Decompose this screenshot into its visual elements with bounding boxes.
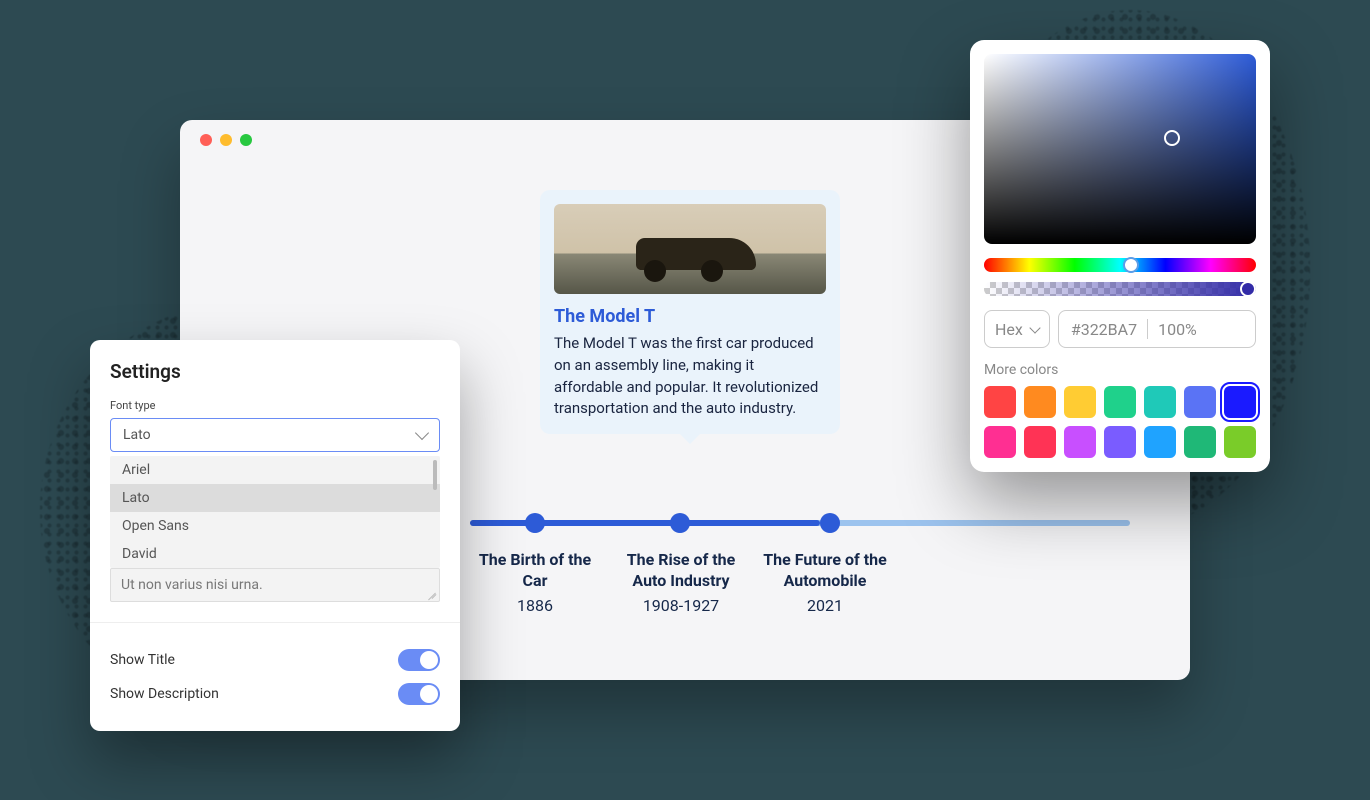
timeline-point-2[interactable]: [670, 513, 690, 533]
color-swatch[interactable]: [1104, 426, 1136, 458]
show-title-toggle[interactable]: [398, 649, 440, 671]
color-swatch[interactable]: [1024, 386, 1056, 418]
font-option[interactable]: Open Sans: [110, 512, 440, 540]
color-format-value: Hex: [995, 320, 1023, 339]
close-icon[interactable]: [200, 134, 212, 146]
alpha-cursor[interactable]: [1240, 281, 1256, 297]
gradient-cursor[interactable]: [1164, 130, 1180, 146]
timeline-point-1[interactable]: [525, 513, 545, 533]
timeline-point-3[interactable]: [820, 513, 840, 533]
card-title: The Model T: [554, 306, 826, 327]
hue-slider[interactable]: [984, 258, 1256, 272]
color-swatches: [984, 386, 1256, 458]
description-textarea[interactable]: Ut non varius nisi urna.: [110, 568, 440, 602]
font-option[interactable]: Lato: [110, 484, 440, 512]
maximize-icon[interactable]: [240, 134, 252, 146]
font-option[interactable]: David: [110, 540, 440, 568]
color-gradient-field[interactable]: [984, 54, 1256, 244]
timeline-tooltip: The Model T The Model T was the first ca…: [540, 190, 840, 434]
settings-panel: Settings Font type Lato Ariel Lato Open …: [90, 340, 460, 731]
color-format-select[interactable]: Hex: [984, 310, 1050, 348]
divider: [1147, 319, 1148, 339]
font-type-value: Lato: [123, 427, 151, 443]
alpha-slider[interactable]: [984, 282, 1256, 296]
hex-input[interactable]: #322BA7 100%: [1058, 310, 1256, 348]
timeline-item[interactable]: The Rise of the Auto Industry 1908-1927: [606, 550, 756, 615]
color-swatch[interactable]: [1024, 426, 1056, 458]
card-image: [554, 204, 826, 294]
card-description: The Model T was the first car produced o…: [554, 333, 826, 420]
chevron-down-icon: [1029, 322, 1040, 333]
color-swatch[interactable]: [1144, 426, 1176, 458]
color-swatch[interactable]: [1224, 386, 1256, 418]
scrollbar[interactable]: [433, 460, 437, 490]
font-option[interactable]: Ariel: [110, 456, 440, 484]
show-title-label: Show Title: [110, 652, 175, 668]
more-colors-label: More colors: [984, 362, 1256, 378]
timeline-item-year: 1886: [466, 596, 604, 615]
timeline-labels: The Birth of the Car 1886 The Rise of th…: [470, 550, 1130, 615]
minimize-icon[interactable]: [220, 134, 232, 146]
color-swatch[interactable]: [1104, 386, 1136, 418]
show-description-row: Show Description: [110, 677, 440, 711]
color-swatch[interactable]: [1064, 386, 1096, 418]
timeline-item-year: 2021: [756, 596, 894, 615]
color-swatch[interactable]: [984, 426, 1016, 458]
settings-title: Settings: [110, 360, 440, 383]
show-description-label: Show Description: [110, 686, 219, 702]
textarea-value: Ut non varius nisi urna.: [121, 577, 263, 593]
timeline-item-title: The Birth of the Car: [466, 550, 604, 592]
hex-value: #322BA7: [1071, 320, 1137, 339]
color-swatch[interactable]: [1184, 426, 1216, 458]
divider: [90, 622, 460, 623]
opacity-value: 100%: [1158, 320, 1197, 339]
timeline-track[interactable]: [470, 520, 1130, 526]
font-type-dropdown: Ariel Lato Open Sans David: [110, 456, 440, 568]
font-type-select[interactable]: Lato: [110, 418, 440, 452]
color-picker-panel: Hex #322BA7 100% More colors: [970, 40, 1270, 472]
resize-handle-icon[interactable]: [427, 589, 437, 599]
show-title-row: Show Title: [110, 643, 440, 677]
timeline-item[interactable]: The Birth of the Car 1886: [460, 550, 610, 615]
font-type-label: Font type: [110, 399, 440, 412]
color-swatch[interactable]: [1184, 386, 1216, 418]
color-swatch[interactable]: [984, 386, 1016, 418]
color-swatch[interactable]: [1064, 426, 1096, 458]
hue-cursor[interactable]: [1123, 257, 1139, 273]
color-inputs: Hex #322BA7 100%: [984, 310, 1256, 348]
color-swatch[interactable]: [1224, 426, 1256, 458]
timeline-item[interactable]: The Future of the Automobile 2021: [750, 550, 900, 615]
timeline-item-title: The Rise of the Auto Industry: [612, 550, 750, 592]
color-swatch[interactable]: [1144, 386, 1176, 418]
timeline-item-year: 1908-1927: [612, 596, 750, 615]
timeline-item-title: The Future of the Automobile: [756, 550, 894, 592]
show-description-toggle[interactable]: [398, 683, 440, 705]
chevron-down-icon: [415, 426, 429, 440]
